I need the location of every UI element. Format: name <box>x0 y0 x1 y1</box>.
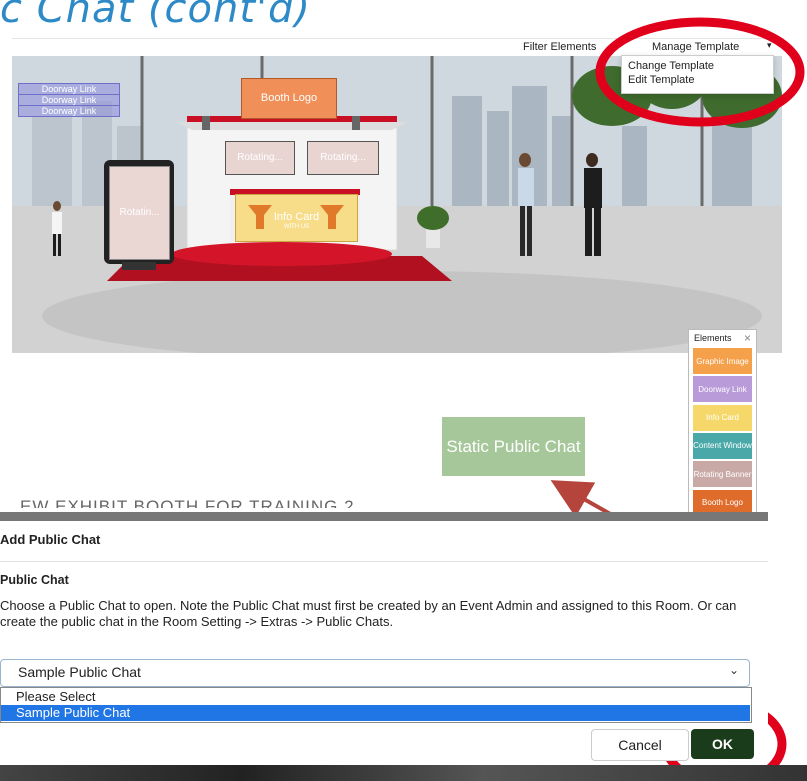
public-chat-help-text: Choose a Public Chat to open. Note the P… <box>0 598 737 629</box>
public-chat-field-label: Public Chat <box>0 573 69 587</box>
background-footer-strip <box>0 765 807 781</box>
chevron-down-icon[interactable]: ⌄ <box>729 663 739 677</box>
ok-button[interactable]: OK <box>691 729 754 759</box>
dialog-divider <box>0 561 768 562</box>
public-chat-select-value: Sample Public Chat <box>18 664 141 680</box>
dialog-title: Add Public Chat <box>0 532 101 547</box>
option-please-select[interactable]: Please Select <box>16 689 96 704</box>
option-sample-public-chat[interactable]: Sample Public Chat <box>16 705 130 720</box>
highlight-circle-manage-template <box>595 17 805 127</box>
modal-backdrop-strip <box>0 512 768 521</box>
cancel-button[interactable]: Cancel <box>591 729 689 761</box>
